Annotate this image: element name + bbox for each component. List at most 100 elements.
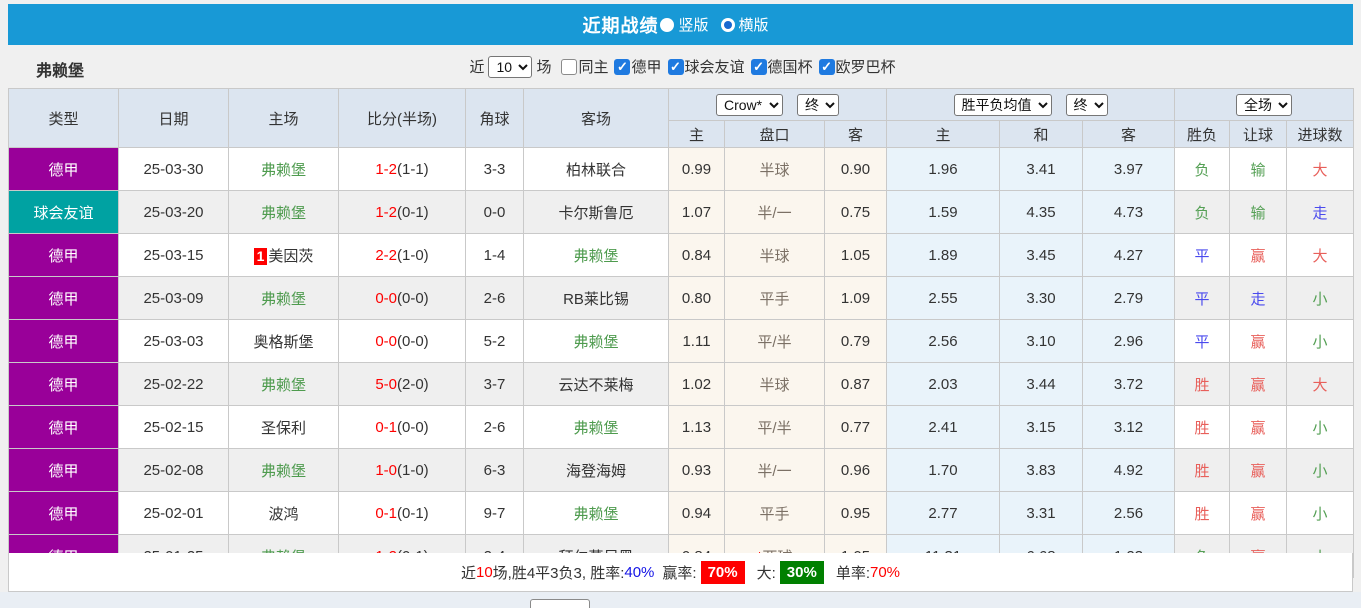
- handicap: 半球: [724, 362, 825, 406]
- handicap: 半/一: [724, 448, 825, 492]
- league-badge: 德甲: [8, 362, 119, 406]
- summary-record: 场,胜4平3负3, 胜率:: [492, 564, 625, 582]
- result-handicap: 赢: [1229, 491, 1288, 535]
- table-row: 德甲 25-02-01 波鸿 0-1(0-1) 9-7 弗赖堡 0.94 平手 …: [8, 491, 1355, 535]
- horizontal-layout-radio[interactable]: [720, 17, 735, 32]
- league-checkbox-dfb-cup[interactable]: ✓: [750, 58, 767, 75]
- half-score: (1-0): [397, 461, 429, 479]
- avg-draw-odds: 3.31: [999, 491, 1083, 535]
- horizontal-layout-label[interactable]: 横版: [739, 14, 769, 35]
- vertical-layout-radio[interactable]: [660, 17, 675, 32]
- scope-select[interactable]: 全场: [1236, 93, 1293, 116]
- crow-away-odds: 0.75: [824, 190, 887, 234]
- filter-controls: 近 10 场 同主 ✓ 德甲 ✓ 球会友谊 ✓ 德国杯 ✓ 欧罗巴杯: [8, 45, 1353, 88]
- league-checkbox-friendly[interactable]: ✓: [667, 58, 684, 75]
- summary-single-rate: 70%: [869, 563, 901, 581]
- same-home-label[interactable]: 同主: [578, 56, 608, 77]
- result-handicap: 赢: [1229, 362, 1288, 406]
- full-score: 0-0: [375, 332, 397, 350]
- league-badge: 德甲: [8, 405, 119, 449]
- home-team: 弗赖堡: [228, 147, 339, 191]
- home-team: 奥格斯堡: [228, 319, 339, 363]
- crow-home-odds: 1.07: [668, 190, 725, 234]
- result-handicap: 赢: [1229, 405, 1288, 449]
- league-label-bundesliga[interactable]: 德甲: [631, 56, 661, 77]
- odds-source-select[interactable]: Crow*: [716, 93, 783, 116]
- partial-select[interactable]: [530, 599, 590, 608]
- avg-odds-select[interactable]: 胜平负均值: [953, 93, 1052, 116]
- result-wdl: 平: [1174, 319, 1231, 363]
- full-score: 0-1: [375, 418, 397, 436]
- result-goals: 走: [1286, 190, 1355, 234]
- result-goals: 小: [1286, 491, 1355, 535]
- corner-score: 6-3: [465, 448, 524, 492]
- full-score: 5-0: [375, 375, 397, 393]
- score-cell: 0-0(0-0): [338, 319, 466, 363]
- league-badge: 德甲: [8, 448, 119, 492]
- handicap: 半球: [724, 233, 825, 277]
- score-cell: 0-1(0-1): [338, 491, 466, 535]
- match-date: 25-03-20: [118, 190, 229, 234]
- corner-score: 3-3: [465, 147, 524, 191]
- match-count-select[interactable]: 10: [488, 55, 533, 78]
- avg-home-odds: 2.41: [886, 405, 1000, 449]
- recent-results-panel: 近期战绩 竖版 横版 弗赖堡 近 10 场 同主 ✓ 德甲 ✓ 球会友谊 ✓ 德…: [0, 0, 1361, 608]
- crow-home-odds: 0.94: [668, 491, 725, 535]
- handicap: 平/半: [724, 319, 825, 363]
- handicap: 半球: [724, 147, 825, 191]
- home-team: 弗赖堡: [228, 362, 339, 406]
- match-date: 25-03-30: [118, 147, 229, 191]
- subheader-crow-home: 主: [668, 120, 725, 148]
- result-goals: 小: [1286, 448, 1355, 492]
- home-team: 圣保利: [228, 405, 339, 449]
- half-score: (2-0): [397, 375, 429, 393]
- crow-home-odds: 0.80: [668, 276, 725, 320]
- home-team: 美因茨: [268, 247, 314, 265]
- full-score: 2-2: [375, 246, 397, 264]
- avg-home-odds: 2.77: [886, 491, 1000, 535]
- table-row: 球会友谊 25-03-20 弗赖堡 1-2(0-1) 0-0 卡尔斯鲁厄 1.0…: [8, 190, 1355, 234]
- full-score: 1-2: [375, 160, 397, 178]
- corner-score: 0-0: [465, 190, 524, 234]
- match-date: 25-02-22: [118, 362, 229, 406]
- avg-time-select[interactable]: 终: [1065, 93, 1108, 116]
- table-row: 德甲 25-02-08 弗赖堡 1-0(1-0) 6-3 海登海姆 0.93 半…: [8, 448, 1355, 492]
- vertical-layout-label[interactable]: 竖版: [678, 14, 708, 35]
- result-wdl: 负: [1174, 190, 1231, 234]
- summary-near-label: 近: [460, 564, 476, 582]
- full-score: 1-0: [375, 461, 397, 479]
- avg-draw-odds: 3.45: [999, 233, 1083, 277]
- handicap: 平手: [724, 276, 825, 320]
- league-checkbox-bundesliga[interactable]: ✓: [614, 58, 631, 75]
- avg-draw-odds: 3.44: [999, 362, 1083, 406]
- subheader-avg-home: 主: [886, 120, 1000, 148]
- scope-group-header: 全场: [1174, 88, 1355, 121]
- avg-home-odds: 1.96: [886, 147, 1000, 191]
- summary-handicap-label: 赢率:: [662, 564, 697, 582]
- col-header-home: 主场: [228, 88, 339, 148]
- half-score: (1-1): [397, 160, 429, 178]
- avg-draw-odds: 3.41: [999, 147, 1083, 191]
- avg-away-odds: 2.79: [1081, 276, 1176, 320]
- league-label-europa[interactable]: 欧罗巴杯: [836, 56, 896, 77]
- corner-score: 1-4: [465, 233, 524, 277]
- half-score: (0-1): [397, 504, 429, 522]
- avg-home-odds: 1.89: [886, 233, 1000, 277]
- crow-home-odds: 1.11: [668, 319, 725, 363]
- handicap: 平手: [724, 491, 825, 535]
- full-score: 0-1: [375, 504, 397, 522]
- same-home-checkbox[interactable]: [561, 58, 578, 75]
- table-row: 德甲 25-03-15 1 美因茨 2-2(1-0) 1-4 弗赖堡 0.84 半…: [8, 233, 1355, 277]
- league-checkbox-europa[interactable]: ✓: [818, 58, 835, 75]
- result-wdl: 平: [1174, 233, 1231, 277]
- avg-away-odds: 2.56: [1081, 491, 1176, 535]
- away-team: 弗赖堡: [523, 491, 669, 535]
- crow-away-odds: 0.96: [824, 448, 887, 492]
- league-label-dfb-cup[interactable]: 德国杯: [768, 56, 813, 77]
- avg-home-odds: 2.55: [886, 276, 1000, 320]
- away-team: 弗赖堡: [523, 233, 669, 277]
- league-label-friendly[interactable]: 球会友谊: [685, 56, 745, 77]
- crow-home-odds: 1.02: [668, 362, 725, 406]
- odds-time-select[interactable]: 终: [797, 93, 839, 116]
- crow-away-odds: 1.05: [824, 233, 887, 277]
